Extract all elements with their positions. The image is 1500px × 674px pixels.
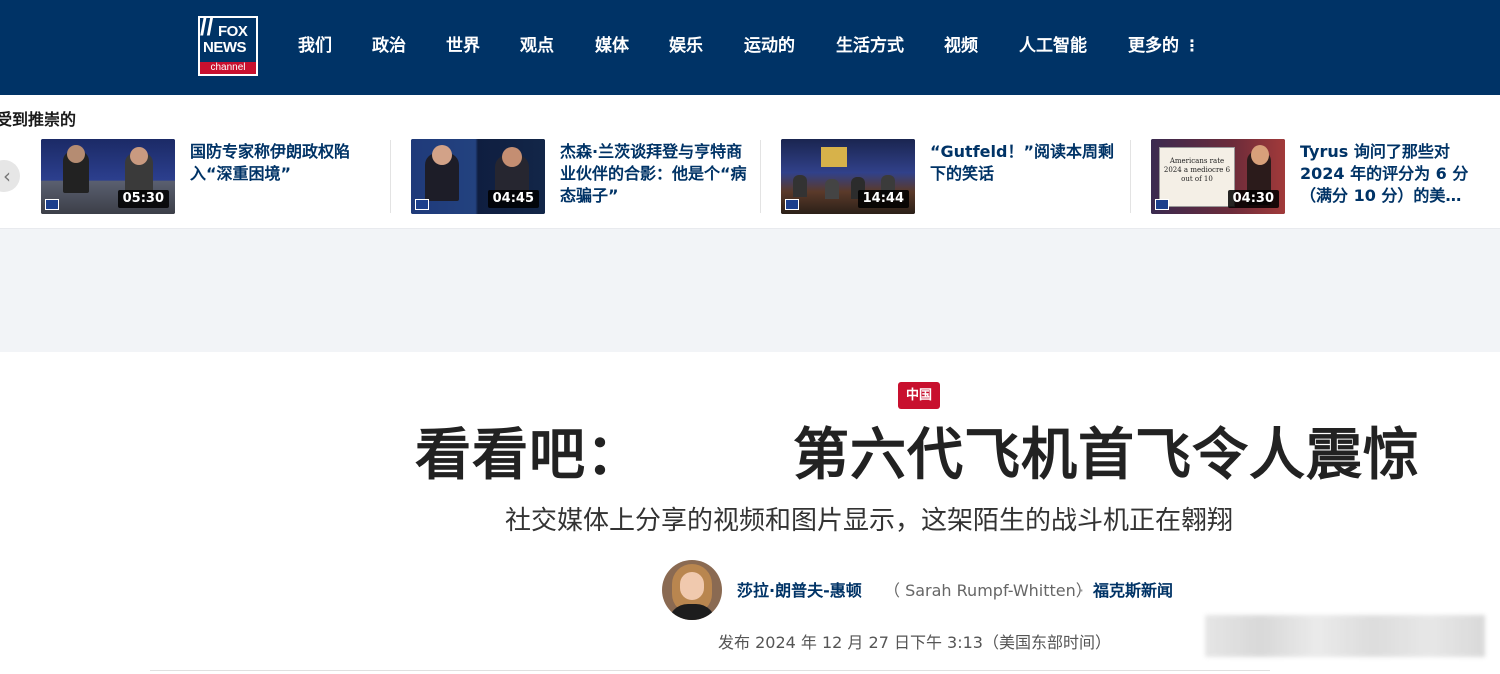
nav-item-media[interactable]: 媒体 (595, 34, 629, 58)
recommended-card-title[interactable]: 杰森·兰茨谈拜登与亨特商业伙伴的合影：他是个“病态骗子” (560, 141, 752, 207)
article-headline: 看看吧： 第六代飞机首飞令人震惊 (415, 420, 1420, 492)
nav-item-world[interactable]: 世界 (446, 34, 480, 58)
ad-placeholder-band (0, 228, 1500, 352)
nav-item-more[interactable]: 更多的 (1128, 34, 1179, 58)
video-duration: 05:30 (117, 190, 169, 208)
section-divider (150, 670, 1270, 671)
nav-item-sports[interactable]: 运动的 (744, 34, 795, 58)
nav-item-lifestyle[interactable]: 生活方式 (836, 34, 904, 58)
logo-text-channel: channel (200, 62, 256, 74)
fox-news-bug-icon (785, 199, 799, 210)
fox-news-bug-icon (415, 199, 429, 210)
chevron-left-icon[interactable]: ‹ (0, 160, 20, 192)
recommended-card-title[interactable]: 国防专家称伊朗政权陷入“深重困境” (190, 141, 382, 185)
thumbnail-caption: Americans rate 2024 a mediocre 6 out of … (1163, 157, 1231, 183)
article-subheadline: 社交媒体上分享的视频和图片显示，这架陌生的战斗机正在翱翔 (505, 506, 1234, 536)
recommended-card-title[interactable]: Tyrus 询问了那些对 2024 年的评分为 6 分（满分 10 分）的美… (1300, 141, 1478, 207)
author-name-english: （ Sarah Rumpf-Whitten） (884, 581, 1092, 600)
fox-news-logo[interactable]: // FOX NEWS channel (198, 16, 258, 76)
video-thumbnail[interactable]: Americans rate 2024 a mediocre 6 out of … (1151, 139, 1285, 214)
video-duration: 04:45 (487, 190, 539, 208)
recommended-card[interactable]: 05:30 国防专家称伊朗政权陷入“深重困境” (41, 139, 381, 215)
fox-news-bug-icon (45, 199, 59, 210)
nav-item-opinion[interactable]: 观点 (520, 34, 554, 58)
top-navigation-bar: // FOX NEWS channel 我们 政治 世界 观点 媒体 娱乐 运动… (0, 0, 1500, 95)
nav-item-us[interactable]: 我们 (298, 34, 332, 58)
nav-item-entertainment[interactable]: 娱乐 (669, 34, 703, 58)
published-timestamp: 发布 2024 年 12 月 27 日下午 3:13（美国东部时间） (718, 633, 1111, 652)
more-dots-icon[interactable]: ⋮ (1184, 34, 1200, 58)
logo-slash-mark: // (200, 16, 214, 41)
nav-item-politics[interactable]: 政治 (372, 34, 406, 58)
nav-item-video[interactable]: 视频 (944, 34, 978, 58)
author-name-link[interactable]: 莎拉·朗普夫-惠顿 (737, 580, 862, 602)
video-duration: 04:30 (1227, 190, 1279, 208)
category-badge[interactable]: 中国 (898, 382, 941, 409)
headline-part-a: 看看吧： (415, 423, 643, 488)
nav-item-ai[interactable]: 人工智能 (1019, 34, 1087, 58)
recommended-card[interactable]: 04:45 杰森·兰茨谈拜登与亨特商业伙伴的合影：他是个“病态骗子” (411, 139, 751, 215)
logo-text-news: NEWS (203, 39, 247, 56)
card-divider (760, 140, 761, 213)
recommended-heading: 受到推崇的 (0, 110, 77, 129)
card-divider (390, 140, 391, 213)
recommended-card-title[interactable]: “Gutfeld！”阅读本周剩下的笑话 (930, 141, 1122, 185)
video-duration: 14:44 (857, 190, 909, 208)
byline-separator: · (1079, 581, 1085, 600)
fox-news-bug-icon (1155, 199, 1169, 210)
video-thumbnail[interactable]: 04:45 (411, 139, 545, 214)
recommended-card[interactable]: Americans rate 2024 a mediocre 6 out of … (1151, 139, 1491, 215)
recommended-card[interactable]: 14:44 “Gutfeld！”阅读本周剩下的笑话 (781, 139, 1121, 215)
video-thumbnail[interactable]: 05:30 (41, 139, 175, 214)
headline-part-b: 第六代飞机首飞令人震惊 (793, 423, 1420, 488)
source-link[interactable]: 福克斯新闻 (1093, 580, 1173, 602)
logo-text-fox: FOX (218, 23, 248, 40)
author-avatar[interactable] (662, 560, 722, 620)
card-divider (1130, 140, 1131, 213)
video-thumbnail[interactable]: 14:44 (781, 139, 915, 214)
watermark-blur (1205, 615, 1485, 657)
